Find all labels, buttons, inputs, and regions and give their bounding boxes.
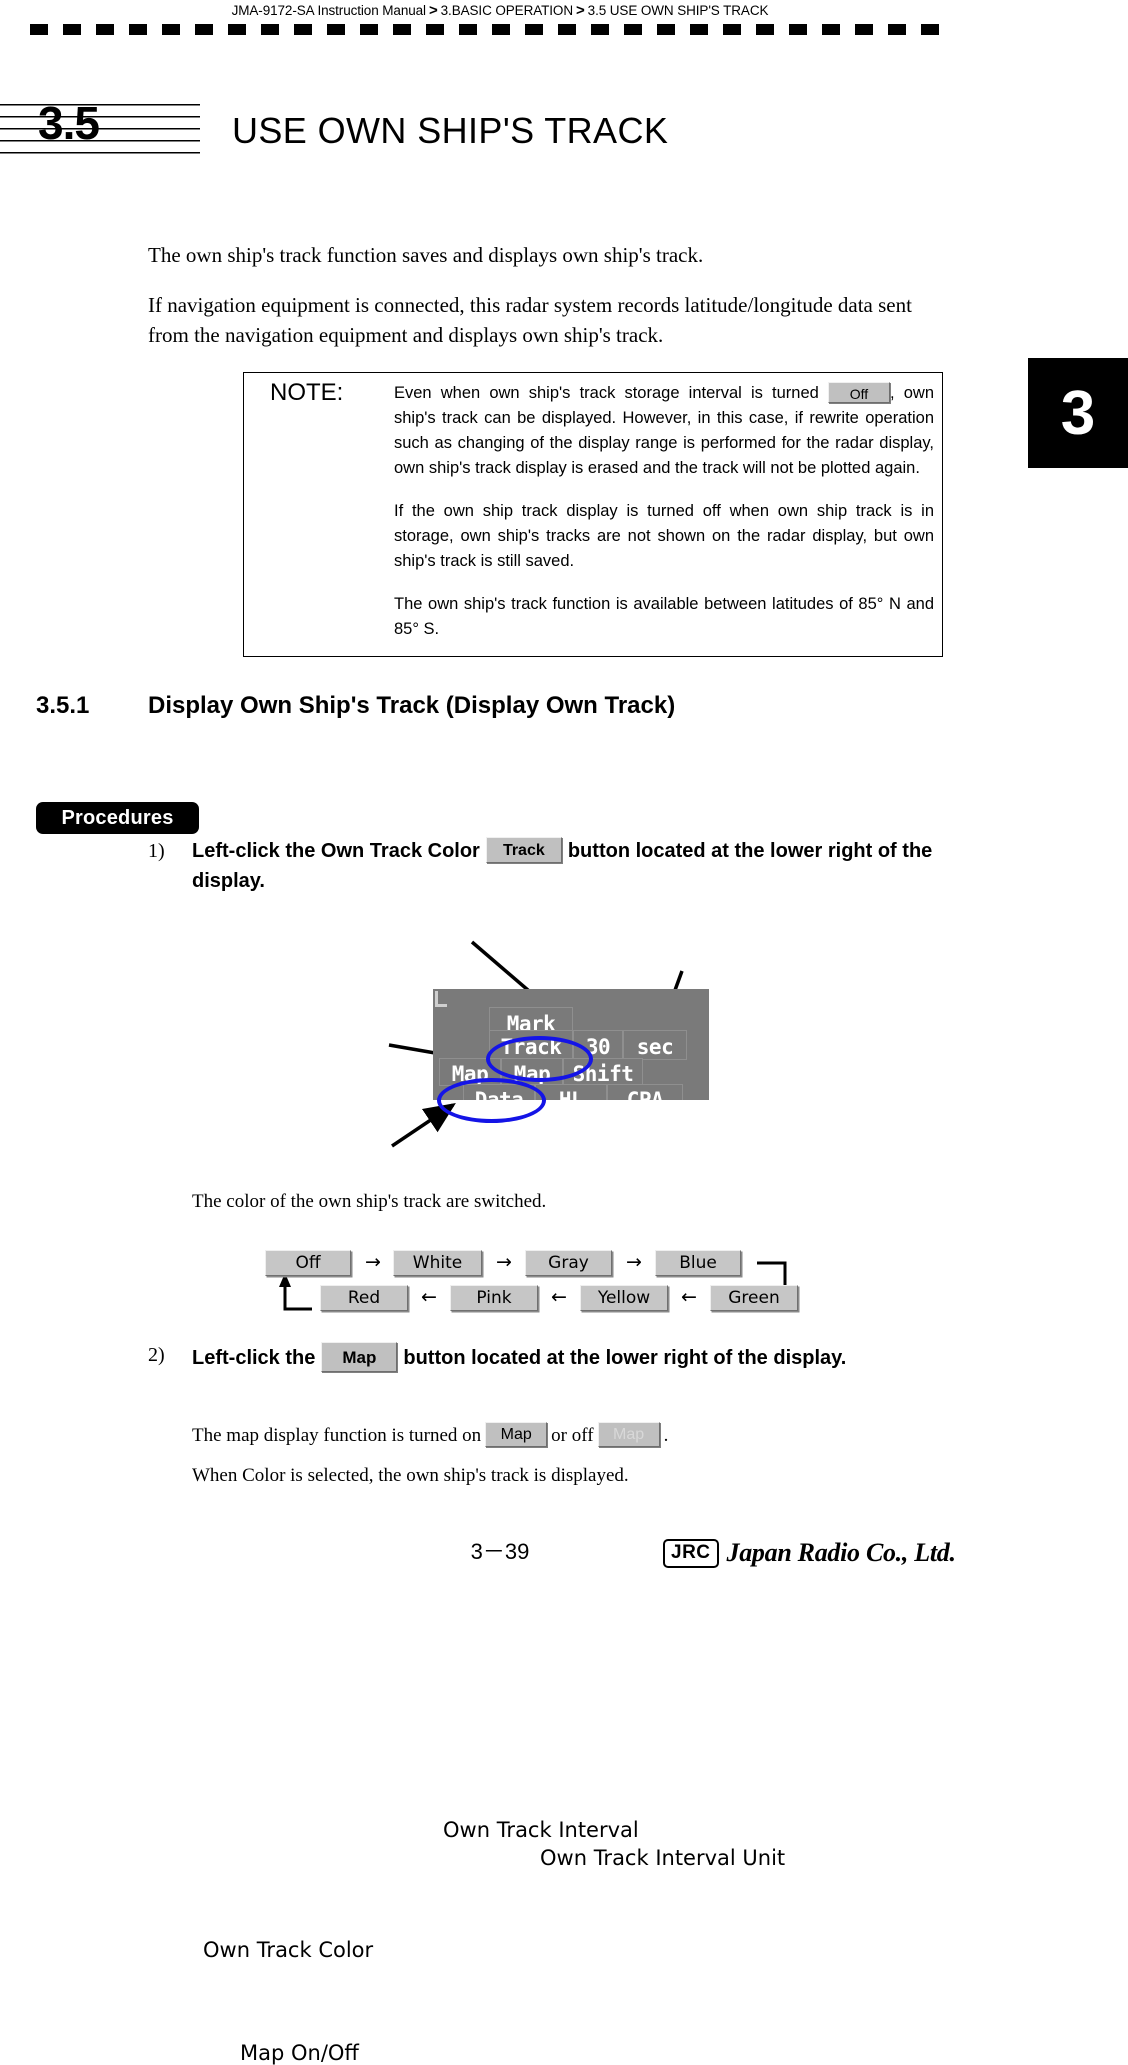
cycle-arrow-3: → — [626, 1251, 642, 1273]
breadcrumb: JMA-9172-SA Instruction Manual >3.BASIC O… — [0, 2, 1000, 19]
cycle-button-green[interactable]: Green — [710, 1285, 798, 1311]
cycle-button-white[interactable]: White — [393, 1250, 482, 1276]
cycle-button-red[interactable]: Red — [320, 1285, 408, 1311]
cycle-button-blue[interactable]: Blue — [655, 1250, 741, 1276]
map-off-button[interactable]: Map — [597, 1422, 660, 1447]
map-on-button[interactable]: Map — [485, 1422, 548, 1447]
section-number: 3.5 — [38, 97, 100, 149]
color-cycle-caption: The color of the own ship's track are sw… — [192, 1191, 547, 1212]
cycle-button-off[interactable]: Off — [265, 1250, 351, 1276]
map-result-middle: or off — [551, 1424, 594, 1446]
note-box: NOTE: Even when own ship's track storage… — [243, 372, 943, 657]
note-paragraph-3: The own ship's track function is availab… — [394, 595, 934, 638]
breadcrumb-manual: JMA-9172-SA Instruction Manual — [231, 3, 426, 18]
color-cycle-diagram: Off → White → Gray → Blue Red ← Pink ← Y… — [0, 1225, 1128, 1335]
panel-cpa-ring-button[interactable]: CPARing — [607, 1084, 683, 1100]
map-result-text: The map display function is turned on Map… — [192, 1422, 669, 1449]
cycle-arrow-6: ← — [681, 1286, 697, 1308]
off-button[interactable]: Off — [828, 382, 890, 404]
highlight-ellipse-track — [486, 1036, 593, 1082]
color-selected-note: When Color is selected, the own ship's t… — [192, 1465, 629, 1486]
breadcrumb-section: 3.5 USE OWN SHIP'S TRACK — [587, 3, 769, 18]
highlight-ellipse-map — [437, 1078, 546, 1123]
step-1-text-before: Left-click the Own Track Color — [192, 840, 480, 862]
note-text-before-off: Even when own ship's track storage inter… — [394, 384, 819, 402]
cycle-button-yellow[interactable]: Yellow — [580, 1285, 668, 1311]
chapter-tab: 3 — [1028, 358, 1128, 468]
map-result-after: . — [663, 1424, 669, 1446]
callout-own-track-interval-unit: Own Track Interval Unit — [540, 1846, 786, 1870]
breadcrumb-separator-2: > — [575, 2, 585, 19]
document-page: JMA-9172-SA Instruction Manual >3.BASIC O… — [0, 0, 1128, 2065]
cycle-arrow-4: ← — [421, 1286, 437, 1308]
breadcrumb-separator-1: > — [428, 2, 438, 19]
step-2-text: Left-click the Map button located at the l… — [192, 1340, 972, 1376]
callout-map-on-off: Map On/Off — [240, 2041, 359, 2065]
panel-corner-marker — [435, 991, 447, 1007]
procedures-badge: Procedures — [36, 802, 199, 834]
step-1-text: Left-click the Own Track Color Track butto… — [192, 836, 952, 896]
map-button[interactable]: Map — [321, 1341, 398, 1372]
step-2-number: 2) — [148, 1344, 165, 1366]
step-1-number: 1) — [148, 840, 165, 862]
cycle-arrow-1: → — [365, 1251, 381, 1273]
step-2-text-after: button located at the lower right of the… — [403, 1347, 847, 1369]
cycle-arrow-5: ← — [551, 1286, 567, 1308]
panel-cpa-line1: CPA — [626, 1088, 664, 1101]
note-paragraph-2: If the own ship track display is turned … — [394, 502, 934, 570]
jrc-logo: JRC Japan Radio Co., Ltd. — [663, 1538, 956, 1568]
note-paragraph-1: Even when own ship's track storage inter… — [394, 381, 934, 481]
cycle-connector-lines — [279, 1261, 791, 1311]
callout-own-track-interval: Own Track Interval — [443, 1818, 639, 1842]
intro-paragraph-2: If navigation equipment is connected, th… — [148, 293, 912, 347]
section-number-rules — [0, 104, 200, 156]
subsection-title: Display Own Ship's Track (Display Own Tr… — [148, 692, 676, 719]
breadcrumb-chapter: 3.BASIC OPERATION — [440, 3, 573, 18]
jrc-logo-mark: JRC — [663, 1538, 719, 1568]
cycle-arrow-2: → — [496, 1251, 512, 1273]
cycle-button-pink[interactable]: Pink — [450, 1285, 538, 1311]
step-2-text-before: Left-click the — [192, 1347, 316, 1369]
header-dashed-rule — [30, 24, 952, 35]
note-body: Even when own ship's track storage inter… — [394, 381, 934, 642]
page-title: USE OWN SHIP'S TRACK — [232, 110, 669, 151]
note-label: NOTE: — [270, 379, 344, 406]
intro-paragraph-1: The own ship's track function saves and … — [148, 243, 704, 267]
cycle-button-gray[interactable]: Gray — [525, 1250, 612, 1276]
track-button[interactable]: Track — [485, 836, 562, 863]
jrc-logo-name: Japan Radio Co., Ltd. — [726, 1538, 956, 1567]
subsection-number: 3.5.1 — [36, 692, 90, 719]
callout-own-track-color: Own Track Color — [203, 1938, 374, 1962]
panel-interval-unit[interactable]: sec — [623, 1030, 687, 1060]
panel-hl-line1: HL — [558, 1088, 584, 1101]
map-result-before: The map display function is turned on — [192, 1424, 482, 1446]
